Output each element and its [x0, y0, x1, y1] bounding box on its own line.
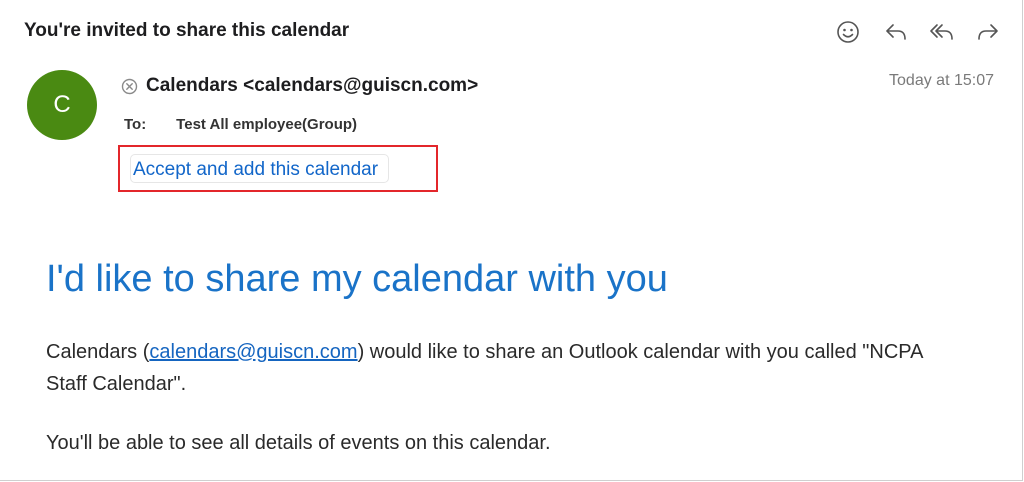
para1-prefix: Calendars (	[46, 341, 150, 363]
to-label: To:	[124, 116, 147, 133]
message-paragraph-1: Calendars (calendars@guiscn.com) would l…	[46, 336, 946, 400]
email-viewer: You're invited to share this calendar C …	[0, 0, 1023, 481]
sender-display: Calendars <calendars@guiscn.com>	[146, 75, 479, 96]
sender-line[interactable]: Calendars <calendars@guiscn.com>	[121, 75, 478, 97]
smiley-icon[interactable]	[834, 18, 862, 46]
forward-icon[interactable]	[974, 18, 1002, 46]
sender-email-link[interactable]: calendars@guiscn.com	[149, 341, 357, 363]
avatar: C	[27, 70, 97, 140]
recipient-value[interactable]: Test All employee(Group)	[176, 116, 357, 133]
remove-sender-icon[interactable]	[121, 78, 138, 95]
reply-icon[interactable]	[882, 18, 910, 46]
message-paragraph-2: You'll be able to see all details of eve…	[46, 432, 551, 454]
recipients-row: To: Test All employee(Group)	[124, 116, 357, 133]
email-subject: You're invited to share this calendar	[24, 20, 350, 41]
timestamp: Today at 15:07	[889, 72, 994, 89]
reply-all-icon[interactable]	[928, 18, 956, 46]
message-headline: I'd like to share my calendar with you	[46, 258, 668, 300]
accept-calendar-button[interactable]: Accept and add this calendar	[130, 154, 390, 183]
highlight-box: Accept and add this calendar	[118, 145, 438, 192]
